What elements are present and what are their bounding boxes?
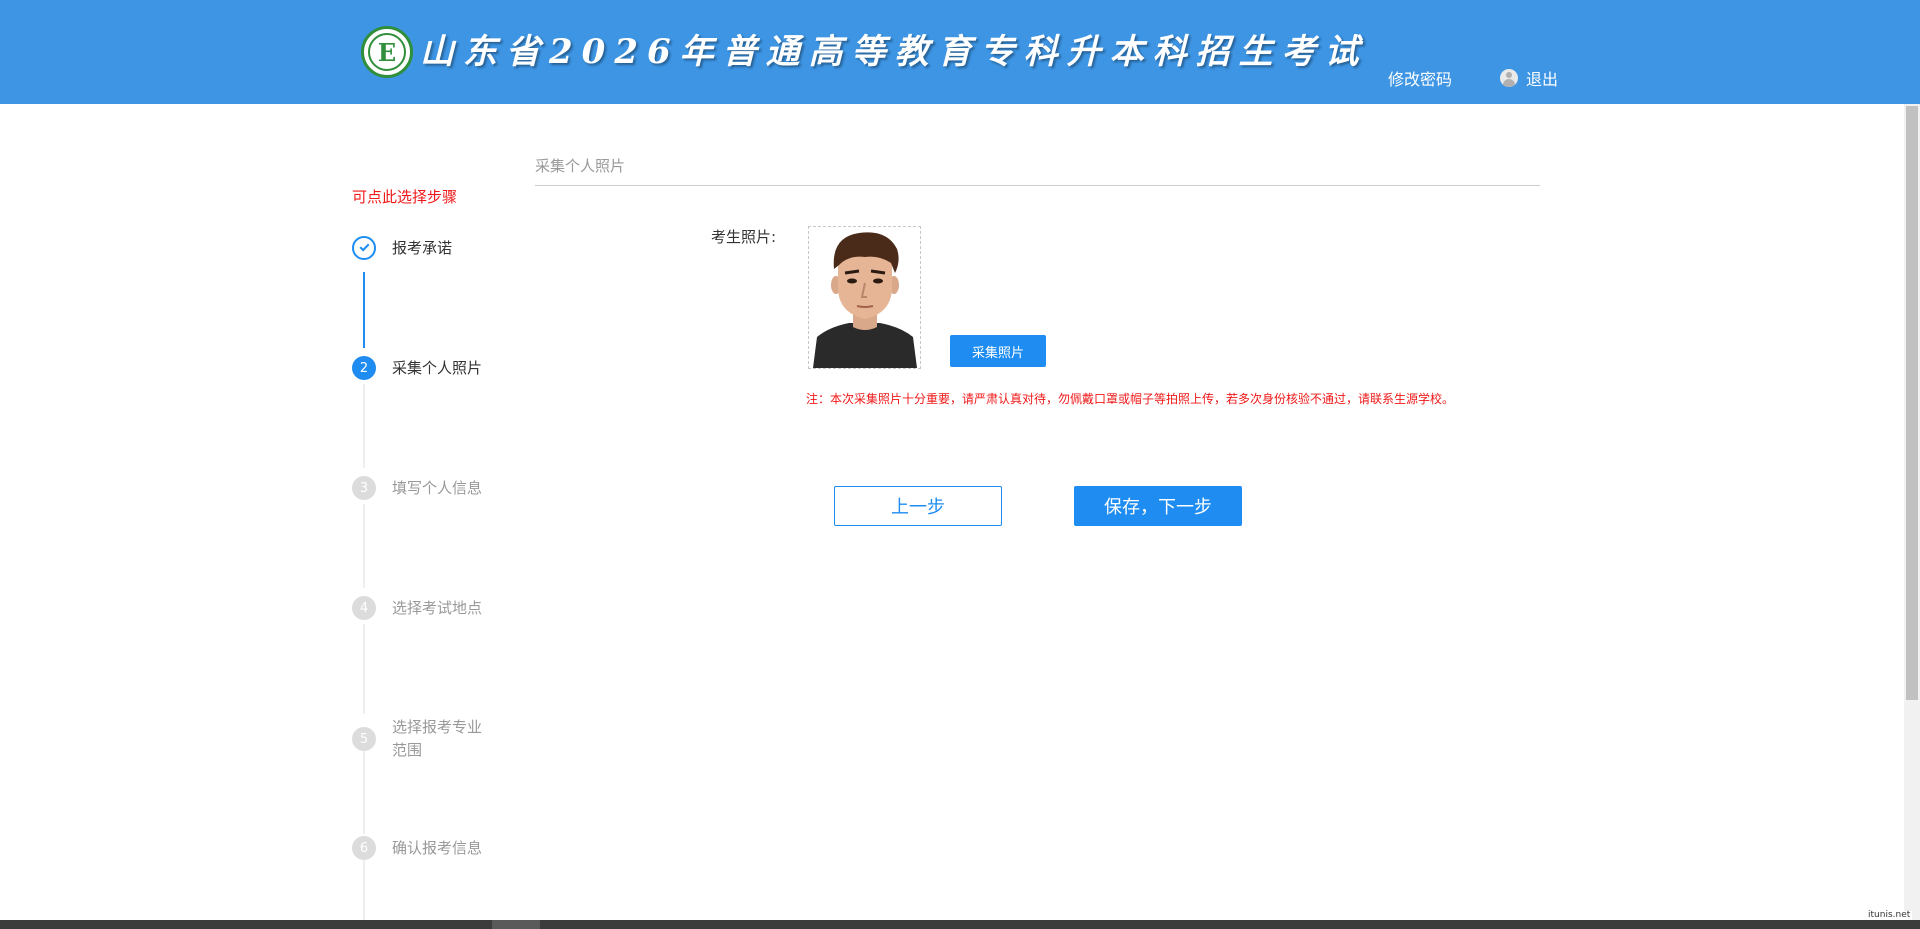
logout-label: 退出 bbox=[1526, 70, 1559, 89]
horizontal-scroll-thumb[interactable] bbox=[492, 920, 540, 929]
candidate-photo bbox=[808, 226, 921, 369]
top-header: E 山东省2026年普通高等教育专科升本科招生考试 修改密码 退出 bbox=[0, 0, 1920, 104]
site-title: 山东省2026年普通高等教育专科升本科招生考试 bbox=[420, 32, 1368, 72]
step-label: 确认报考信息 bbox=[392, 838, 483, 857]
step-number: 3 bbox=[352, 476, 376, 500]
section-divider bbox=[535, 185, 1540, 186]
step-connector bbox=[363, 504, 365, 588]
step-hint: 可点此选择步骤 bbox=[352, 188, 458, 206]
step-done-icon bbox=[352, 236, 376, 260]
step-label: 选择报考专业 范围 bbox=[392, 716, 482, 762]
step-item-exam-location[interactable]: 4 选择考试地点 bbox=[352, 596, 482, 620]
step-label-line1: 选择报考专业 bbox=[392, 718, 483, 736]
scrollbar-thumb[interactable] bbox=[1906, 106, 1918, 700]
photo-warning-note: 注：本次采集照片十分重要，请严肃认真对待，勿佩戴口罩或帽子等拍照上传，若多次身份… bbox=[806, 392, 1455, 406]
step-connector bbox=[363, 860, 365, 920]
step-item-personal-info[interactable]: 3 填写个人信息 bbox=[352, 476, 482, 500]
photo-label: 考生照片: bbox=[711, 228, 777, 246]
logo-letter: E bbox=[368, 33, 406, 71]
step-item-major-range[interactable]: 5 选择报考专业 范围 bbox=[352, 716, 482, 762]
user-icon bbox=[1500, 69, 1518, 87]
step-label: 报考承诺 bbox=[392, 238, 453, 257]
step-number: 2 bbox=[352, 356, 376, 380]
step-item-photo[interactable]: 2 采集个人照片 bbox=[352, 356, 482, 380]
logout-link[interactable]: 退出 bbox=[1500, 66, 1558, 90]
step-number: 6 bbox=[352, 836, 376, 860]
step-label: 填写个人信息 bbox=[392, 478, 483, 497]
step-number: 4 bbox=[352, 596, 376, 620]
previous-step-button[interactable]: 上一步 bbox=[834, 486, 1002, 526]
step-label: 采集个人照片 bbox=[392, 358, 483, 377]
step-item-commitment[interactable]: 报考承诺 bbox=[352, 236, 452, 260]
change-password-link[interactable]: 修改密码 bbox=[1388, 66, 1452, 90]
check-icon bbox=[359, 241, 369, 252]
step-number: 5 bbox=[352, 727, 376, 751]
step-item-confirm[interactable]: 6 确认报考信息 bbox=[352, 836, 482, 860]
step-label-line2: 范围 bbox=[392, 741, 423, 759]
step-connector bbox=[363, 272, 365, 348]
section-title: 采集个人照片 bbox=[535, 157, 626, 175]
avatar-illustration-icon bbox=[809, 227, 920, 368]
save-next-button[interactable]: 保存，下一步 bbox=[1074, 486, 1242, 526]
step-connector bbox=[363, 384, 365, 468]
corner-watermark: itunis.net bbox=[1866, 910, 1913, 920]
bottom-taskbar bbox=[0, 920, 1920, 929]
step-connector bbox=[363, 624, 365, 714]
exam-logo-icon: E bbox=[361, 26, 413, 78]
step-label: 选择考试地点 bbox=[392, 598, 483, 617]
capture-photo-button[interactable]: 采集照片 bbox=[950, 335, 1046, 367]
